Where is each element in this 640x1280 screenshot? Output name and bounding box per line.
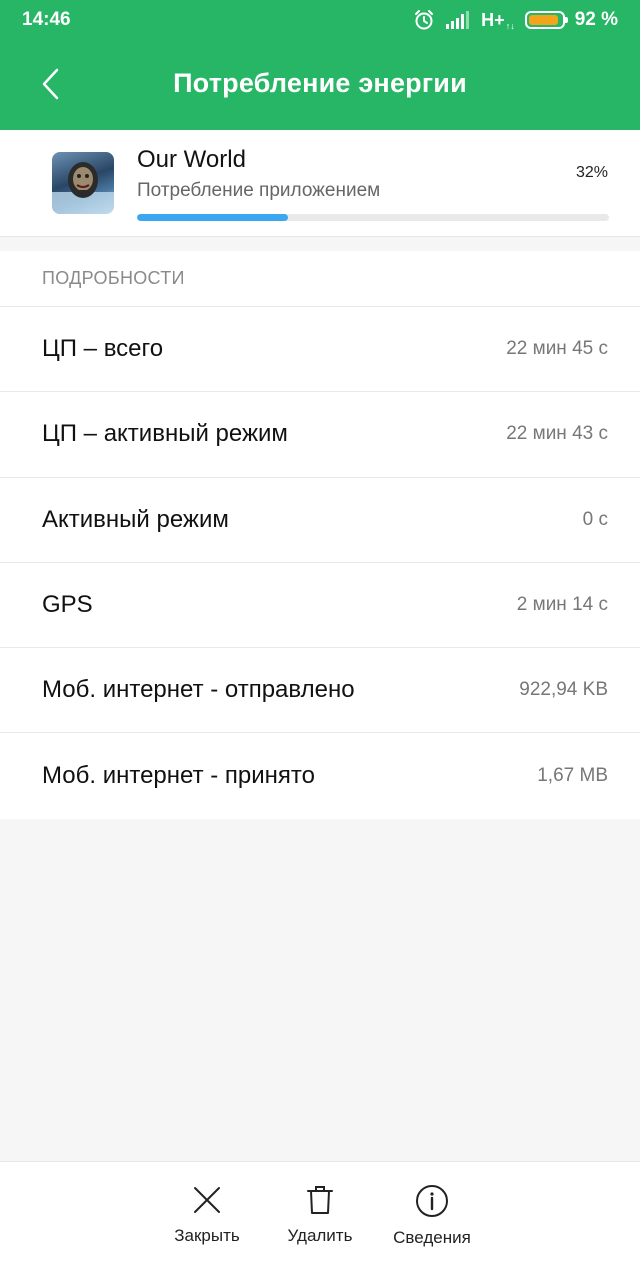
- info-button[interactable]: Сведения: [377, 1184, 487, 1248]
- app-usage-percent: 32%: [575, 164, 608, 181]
- status-bar: 14:46 H+↑↓ 92 %: [0, 0, 640, 40]
- battery-icon: [524, 11, 568, 29]
- header: Потребление энергии: [0, 40, 640, 130]
- trash-icon: [307, 1186, 333, 1214]
- close-icon: [194, 1187, 220, 1213]
- status-icons: H+↑↓ 92 %: [413, 9, 618, 31]
- network-type: H+↑↓: [481, 9, 515, 31]
- detail-row-active-mode: Активный режим 0 с: [0, 476, 640, 562]
- delete-button[interactable]: Удалить: [265, 1184, 375, 1246]
- battery-percent: 92 %: [574, 9, 618, 30]
- signal-icon: [445, 10, 471, 30]
- detail-value: 22 мин 43 с: [506, 423, 608, 445]
- page-title: Потребление энергии: [173, 68, 467, 98]
- usage-progress-fill: [137, 214, 289, 221]
- alarm-icon: [413, 9, 435, 31]
- details-list: ЦП – всего 22 мин 45 с ЦП – активный реж…: [0, 306, 640, 818]
- detail-label: ЦП – всего: [42, 335, 164, 363]
- status-time: 14:46: [22, 9, 71, 30]
- detail-value: 22 мин 45 с: [506, 338, 608, 360]
- detail-value: 922,94 KB: [519, 679, 608, 701]
- detail-row-gps: GPS 2 мин 14 с: [0, 561, 640, 647]
- detail-row-mobile-received: Моб. интернет - принято 1,67 MB: [0, 732, 640, 817]
- detail-label: Активный режим: [42, 505, 229, 533]
- detail-value: 2 мин 14 с: [516, 594, 608, 616]
- detail-label: GPS: [42, 591, 93, 619]
- detail-label: ЦП – активный режим: [42, 420, 288, 448]
- delete-label: Удалить: [287, 1226, 353, 1245]
- app-usage-subtitle: Потребление приложением: [137, 180, 381, 201]
- detail-row-cpu-total: ЦП – всего 22 мин 45 с: [0, 306, 640, 391]
- detail-value: 0 с: [582, 508, 608, 530]
- detail-label: Моб. интернет - принято: [42, 761, 315, 789]
- close-label: Закрыть: [174, 1226, 240, 1245]
- section-label-details: ПОДРОБНОСТИ: [42, 268, 185, 288]
- info-icon: [416, 1185, 448, 1217]
- power-usage-screen: 14:46 H+↑↓ 92 % Потребление энергии Our …: [0, 0, 640, 1280]
- detail-row-cpu-active: ЦП – активный режим 22 мин 43 с: [0, 391, 640, 476]
- close-button[interactable]: Закрыть: [152, 1184, 262, 1246]
- app-icon: [52, 152, 114, 214]
- info-label: Сведения: [393, 1228, 471, 1247]
- detail-row-mobile-sent: Моб. интернет - отправлено 922,94 KB: [0, 647, 640, 732]
- usage-progress-bar: [137, 214, 609, 221]
- app-name: Our World: [137, 146, 246, 173]
- detail-value: 1,67 MB: [537, 764, 608, 786]
- detail-label: Моб. интернет - отправлено: [42, 676, 355, 704]
